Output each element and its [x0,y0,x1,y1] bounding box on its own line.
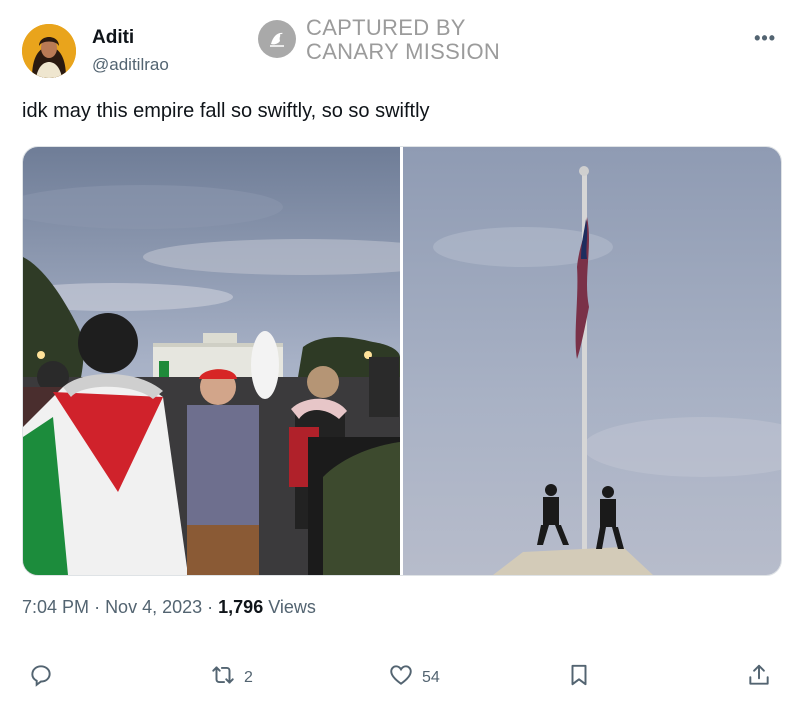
views-count: 1,796 [218,597,264,617]
tweet-text: idk may this empire fall so swiftly, so … [22,100,430,122]
avatar[interactable] [22,24,76,78]
watermark-text: CAPTURED BY CANARY MISSION [306,16,500,64]
heart-icon [388,662,414,693]
bookmark-icon [566,662,592,693]
tweet-header: Aditi @aditilrao CAPTURED BY CANARY MISS… [0,0,800,90]
retweet-icon [210,662,236,693]
retweet-button[interactable]: 2 [210,662,253,693]
photo-flagpole-roof[interactable] [403,147,781,575]
user-handle[interactable]: @aditilrao [92,55,169,75]
share-button[interactable] [746,662,772,693]
display-name[interactable]: Aditi [92,27,134,49]
like-button[interactable]: 54 [388,662,440,693]
tweet-media [22,146,782,576]
more-options-button[interactable]: ••• [754,28,776,49]
watermark-line-1: CAPTURED BY [306,15,466,40]
photo-protest-crowd[interactable] [23,147,463,575]
more-horizontal-icon: ••• [754,28,776,48]
tweet-meta: 7:04 PM · Nov 4, 2023 · 1,796 Views [22,597,316,618]
share-icon [746,662,772,693]
separator-dot: · [94,597,106,617]
retweet-count: 2 [244,668,253,686]
action-bar: 2 54 [0,648,800,704]
bookmark-button[interactable] [566,662,592,693]
watermark-line-2: CANARY MISSION [306,39,501,64]
reply-button[interactable] [28,662,54,693]
views-label: Views [268,597,316,617]
like-count: 54 [422,668,440,686]
tweet-time[interactable]: 7:04 PM [22,597,89,617]
separator-dot: · [207,597,219,617]
reply-icon [28,662,54,693]
canary-logo-icon [258,20,296,58]
tweet-date[interactable]: Nov 4, 2023 [105,597,202,617]
